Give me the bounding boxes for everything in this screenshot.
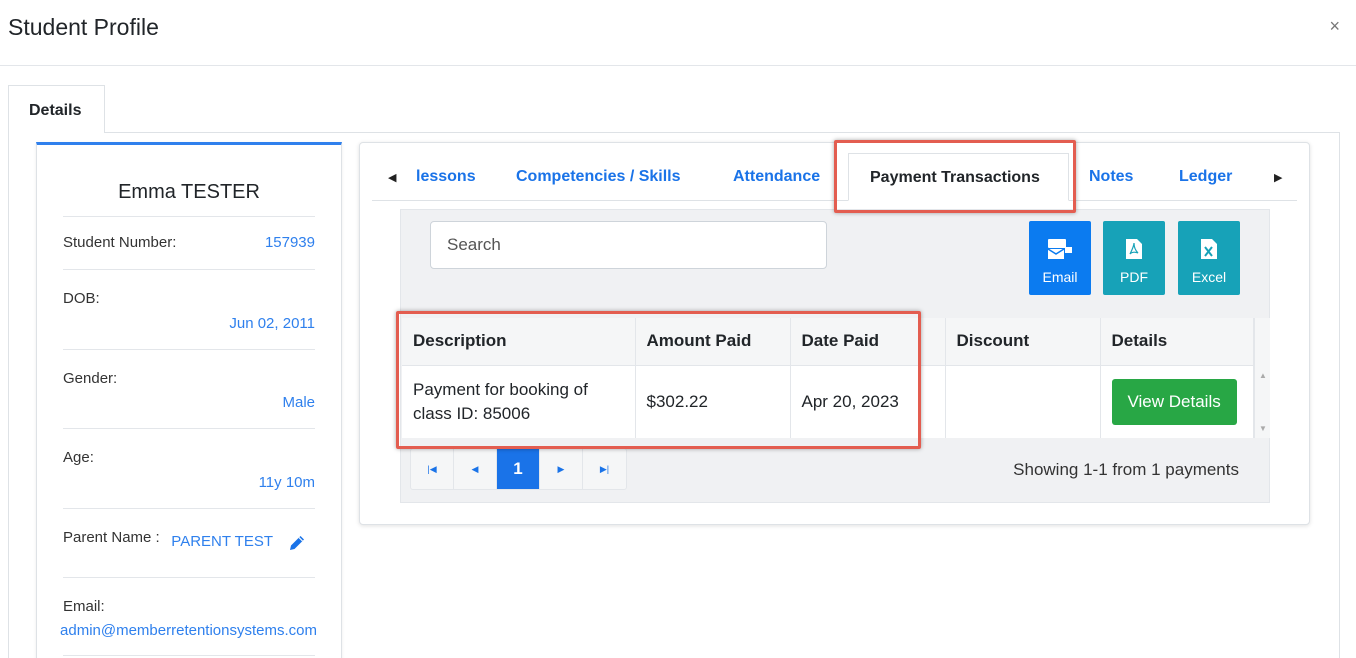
email-export-label: Email	[1042, 269, 1078, 285]
pdf-export-button[interactable]: PDF	[1103, 221, 1165, 295]
divider	[63, 428, 315, 429]
pagination-info: Showing 1-1 from 1 payments	[1013, 460, 1239, 479]
pagination: |◀ ◀ 1 ▶ ▶|	[410, 448, 627, 490]
age-value: 11y 10m	[258, 474, 315, 491]
divider	[63, 508, 315, 509]
tab-payment-transactions[interactable]: Payment Transactions	[848, 153, 1069, 201]
view-details-button[interactable]: View Details	[1111, 378, 1237, 425]
table-row: Payment for booking of class ID: 85006 $…	[402, 365, 1254, 438]
pdf-export-label: PDF	[1120, 269, 1148, 285]
tab-lessons[interactable]: lessons	[416, 168, 476, 186]
scroll-up-icon[interactable]: ▲	[1259, 371, 1267, 380]
column-header-amount-paid[interactable]: Amount Paid	[635, 318, 791, 366]
cell-discount	[945, 365, 1101, 438]
modal-title: Student Profile	[8, 14, 159, 40]
divider	[63, 349, 315, 350]
student-number-value: 157939	[264, 234, 315, 251]
pencil-icon[interactable]	[287, 533, 307, 553]
scroll-down-icon[interactable]: ▼	[1259, 424, 1267, 433]
excel-export-button[interactable]: Excel	[1178, 221, 1240, 295]
tab-details[interactable]: Details	[8, 85, 105, 133]
cell-amount-paid: $302.22	[635, 365, 791, 438]
tab-details-label: Details	[29, 102, 82, 119]
divider	[63, 216, 315, 217]
divider	[63, 655, 315, 656]
pdf-icon	[1126, 239, 1142, 259]
email-label: Email:	[63, 598, 105, 615]
age-label: Age:	[63, 449, 94, 466]
tab-notes[interactable]: Notes	[1089, 168, 1133, 186]
transactions-content: Email PDF Excel Description Amount Paid …	[400, 209, 1270, 503]
transactions-panel: ◀ lessons Competencies / Skills Attendan…	[359, 140, 1310, 525]
transactions-table: Description Amount Paid Date Paid Discou…	[402, 318, 1254, 438]
divider	[63, 269, 315, 270]
tab-attendance[interactable]: Attendance	[733, 168, 820, 186]
student-number-label: Student Number:	[63, 234, 177, 251]
next-page-icon[interactable]: ▶	[540, 449, 583, 489]
last-page-icon[interactable]: ▶|	[583, 449, 626, 489]
prev-page-icon[interactable]: ◀	[454, 449, 497, 489]
profile-card: Emma TESTER Student Number: 157939 DOB: …	[36, 142, 342, 658]
excel-icon	[1201, 239, 1217, 259]
cell-date-paid: Apr 20, 2023	[790, 365, 946, 438]
excel-export-label: Excel	[1191, 269, 1227, 285]
tabs-scroll-right-icon[interactable]: ▶	[1274, 171, 1282, 184]
column-header-date-paid[interactable]: Date Paid	[790, 318, 946, 366]
student-name: Emma TESTER	[118, 181, 260, 203]
column-header-details[interactable]: Details	[1100, 318, 1254, 366]
close-button[interactable]: ×	[1329, 16, 1340, 37]
current-page-button[interactable]: 1	[497, 449, 540, 489]
tab-divider	[104, 132, 1340, 133]
dob-value: Jun 02, 2011	[229, 315, 315, 332]
email-value[interactable]: admin@memberretentionsystems.com	[37, 622, 317, 639]
column-header-description[interactable]: Description	[402, 318, 636, 366]
parent-name-label: Parent Name :	[63, 529, 160, 546]
tabs-scroll-left-icon[interactable]: ◀	[388, 171, 396, 184]
table-header-row: Description Amount Paid Date Paid Discou…	[402, 318, 1254, 366]
tab-pane-border-left	[8, 132, 9, 658]
tab-payment-transactions-label: Payment Transactions	[870, 169, 1040, 186]
dob-label: DOB:	[63, 290, 100, 307]
header-divider	[0, 65, 1356, 66]
gender-value: Male	[282, 394, 315, 411]
email-icon	[1047, 239, 1072, 259]
tab-competencies-skills[interactable]: Competencies / Skills	[516, 168, 681, 186]
subtab-divider	[372, 200, 1297, 201]
search-input[interactable]	[430, 221, 827, 269]
cell-details: View Details	[1100, 365, 1254, 438]
parent-name-value[interactable]: PARENT TEST	[171, 533, 273, 550]
table-scrollbar[interactable]: ▲ ▼	[1254, 318, 1270, 438]
email-export-button[interactable]: Email	[1029, 221, 1091, 295]
divider	[63, 577, 315, 578]
tab-ledger[interactable]: Ledger	[1179, 168, 1232, 186]
gender-label: Gender:	[63, 370, 118, 387]
column-header-discount[interactable]: Discount	[945, 318, 1101, 366]
tab-pane-border-right	[1339, 132, 1340, 658]
first-page-icon[interactable]: |◀	[411, 449, 454, 489]
cell-description: Payment for booking of class ID: 85006	[402, 365, 636, 438]
